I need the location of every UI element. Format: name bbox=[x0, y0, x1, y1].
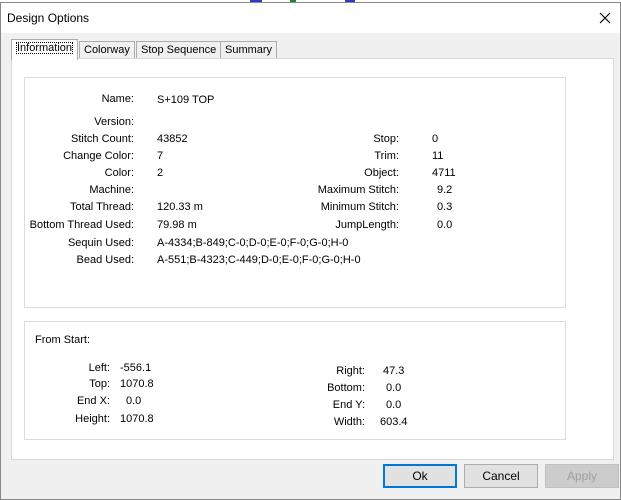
object-label: Object: bbox=[364, 167, 399, 179]
stop-value: 0 bbox=[432, 133, 439, 145]
window-title: Design Options bbox=[7, 11, 90, 25]
name-value: S+109 TOP bbox=[157, 94, 215, 106]
title-bar: Design Options bbox=[1, 3, 620, 33]
bottom-label: Bottom: bbox=[327, 382, 365, 394]
sequin-label: Sequin Used: bbox=[67, 237, 134, 249]
change-color-label: Change Color: bbox=[63, 150, 134, 162]
close-button[interactable] bbox=[590, 3, 620, 33]
min-stitch-label: Minimum Stitch: bbox=[320, 201, 399, 213]
color-value: 2 bbox=[157, 167, 164, 179]
information-panel: Name: S+109 TOP Version: Stitch Count: 4… bbox=[11, 58, 614, 460]
max-stitch-label: Maximum Stitch: bbox=[317, 184, 399, 196]
change-color-value: 7 bbox=[157, 150, 164, 162]
bottom-thread-label: Bottom Thread Used: bbox=[29, 219, 134, 231]
sequin-value: A-4334;B-849;C-0;D-0;E-0;F-0;G-0;H-0 bbox=[157, 237, 349, 249]
from-start-title: From Start: bbox=[35, 334, 91, 346]
width-value: 603.4 bbox=[380, 416, 408, 428]
trim-label: Trim: bbox=[374, 150, 399, 162]
stitch-count-label: Stitch Count: bbox=[71, 133, 134, 145]
tab-stop-sequence[interactable]: Stop Sequence bbox=[136, 41, 222, 59]
left-label: Left: bbox=[88, 362, 110, 374]
name-label: Name: bbox=[101, 93, 134, 105]
jump-length-label: JumpLength: bbox=[335, 219, 399, 231]
object-value: 4711 bbox=[432, 167, 456, 179]
top-value: 1070.8 bbox=[120, 378, 154, 390]
apply-button[interactable]: Apply bbox=[545, 464, 619, 488]
height-value: 1070.8 bbox=[120, 413, 154, 425]
cancel-button[interactable]: Cancel bbox=[464, 464, 538, 488]
bottom-value: 0.0 bbox=[386, 382, 402, 394]
tab-summary[interactable]: Summary bbox=[220, 41, 278, 59]
info-group: Name: S+109 TOP Version: Stitch Count: 4… bbox=[24, 77, 566, 308]
bead-label: Bead Used: bbox=[76, 254, 134, 266]
trim-value: 11 bbox=[432, 150, 444, 162]
right-label: Right: bbox=[336, 365, 365, 377]
tab-colorway[interactable]: Colorway bbox=[79, 41, 135, 59]
stop-label: Stop: bbox=[373, 133, 399, 145]
color-label: Color: bbox=[104, 167, 134, 179]
version-label: Version: bbox=[94, 116, 134, 128]
height-label: Height: bbox=[75, 413, 110, 425]
end-x-value: 0.0 bbox=[126, 395, 142, 407]
close-icon bbox=[599, 12, 611, 24]
ok-button[interactable]: Ok bbox=[383, 464, 457, 488]
bottom-thread-value: 79.98 m bbox=[157, 219, 197, 231]
bead-value: A-551;B-4323;C-449;D-0;E-0;F-0;G-0;H-0 bbox=[157, 254, 361, 266]
tab-information[interactable]: Information bbox=[11, 39, 79, 60]
from-start-group: From Start: Left: -556.1 Top: 1070.8 End… bbox=[24, 321, 566, 440]
left-value: -556.1 bbox=[120, 362, 152, 374]
end-x-label: End X: bbox=[76, 395, 110, 407]
end-y-value: 0.0 bbox=[386, 399, 402, 411]
total-thread-label: Total Thread: bbox=[69, 201, 134, 213]
total-thread-value: 120.33 m bbox=[157, 201, 203, 213]
max-stitch-value: 9.2 bbox=[437, 184, 453, 196]
machine-label: Machine: bbox=[89, 184, 134, 196]
width-label: Width: bbox=[333, 416, 365, 428]
right-value: 47.3 bbox=[383, 365, 405, 377]
design-options-dialog: Design Options Information Colorway Stop… bbox=[0, 2, 621, 500]
min-stitch-value: 0.3 bbox=[437, 201, 453, 213]
stitch-count-value: 43852 bbox=[157, 133, 188, 145]
end-y-label: End Y: bbox=[332, 399, 365, 411]
jump-length-value: 0.0 bbox=[437, 219, 453, 231]
top-label: Top: bbox=[89, 378, 110, 390]
